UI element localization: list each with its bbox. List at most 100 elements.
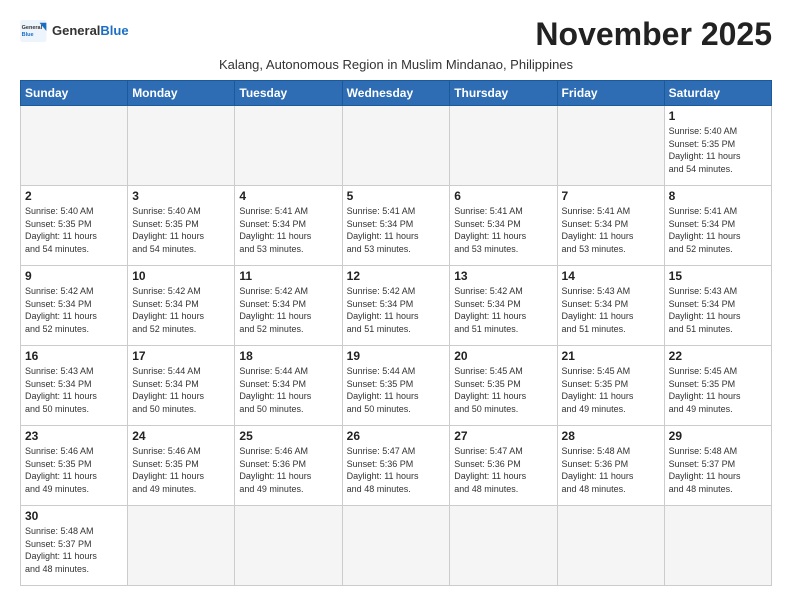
calendar-cell: 18 Sunrise: 5:44 AM Sunset: 5:34 PM Dayli… [235,346,342,426]
day-number: 19 [347,349,446,363]
calendar-cell: 9 Sunrise: 5:42 AM Sunset: 5:34 PM Daylig… [21,266,128,346]
day-number: 13 [454,269,552,283]
calendar-cell: 27 Sunrise: 5:47 AM Sunset: 5:36 PM Dayli… [450,426,557,506]
day-info: Sunrise: 5:42 AM Sunset: 5:34 PM Dayligh… [347,285,446,335]
day-info: Sunrise: 5:41 AM Sunset: 5:34 PM Dayligh… [239,205,337,255]
page-header: General Blue GeneralBlue November 2025 [20,16,772,53]
calendar-cell: 30 Sunrise: 5:48 AM Sunset: 5:37 PM Dayli… [21,506,128,586]
calendar-week-1: 2Sunrise: 5:40 AM Sunset: 5:35 PM Daylig… [21,186,772,266]
svg-text:Blue: Blue [22,32,34,38]
day-info: Sunrise: 5:45 AM Sunset: 5:35 PM Dayligh… [562,365,660,415]
day-info: Sunrise: 5:42 AM Sunset: 5:34 PM Dayligh… [25,285,123,335]
calendar-cell: 13 Sunrise: 5:42 AM Sunset: 5:34 PM Dayli… [450,266,557,346]
day-info: Sunrise: 5:40 AM Sunset: 5:35 PM Dayligh… [132,205,230,255]
calendar-cell: 24Sunrise: 5:46 AM Sunset: 5:35 PM Dayli… [128,426,235,506]
calendar-header-tuesday: Tuesday [235,81,342,106]
day-number: 1 [669,109,767,123]
calendar-cell: 10 Sunrise: 5:42 AM Sunset: 5:34 PM Dayli… [128,266,235,346]
calendar-cell: 6Sunrise: 5:41 AM Sunset: 5:34 PM Daylig… [450,186,557,266]
day-info: Sunrise: 5:44 AM Sunset: 5:35 PM Dayligh… [347,365,446,415]
day-info: Sunrise: 5:45 AM Sunset: 5:35 PM Dayligh… [454,365,552,415]
calendar-cell: 3Sunrise: 5:40 AM Sunset: 5:35 PM Daylig… [128,186,235,266]
calendar-cell: 4Sunrise: 5:41 AM Sunset: 5:34 PM Daylig… [235,186,342,266]
logo-text: GeneralBlue [52,23,129,39]
calendar-cell: 26Sunrise: 5:47 AM Sunset: 5:36 PM Dayli… [342,426,450,506]
day-number: 20 [454,349,552,363]
day-info: Sunrise: 5:47 AM Sunset: 5:36 PM Dayligh… [454,445,552,495]
day-info: Sunrise: 5:42 AM Sunset: 5:34 PM Dayligh… [132,285,230,335]
calendar-cell: 21 Sunrise: 5:45 AM Sunset: 5:35 PM Dayli… [557,346,664,426]
calendar-header-saturday: Saturday [664,81,771,106]
logo: General Blue GeneralBlue [20,16,129,42]
day-number: 24 [132,429,230,443]
day-number: 8 [669,189,767,203]
calendar-cell: 14Sunrise: 5:43 AM Sunset: 5:34 PM Dayli… [557,266,664,346]
day-info: Sunrise: 5:42 AM Sunset: 5:34 PM Dayligh… [239,285,337,335]
calendar-week-5: 30 Sunrise: 5:48 AM Sunset: 5:37 PM Dayli… [21,506,772,586]
calendar-cell: 29 Sunrise: 5:48 AM Sunset: 5:37 PM Dayli… [664,426,771,506]
day-number: 17 [132,349,230,363]
day-number: 28 [562,429,660,443]
day-number: 11 [239,269,337,283]
day-info: Sunrise: 5:48 AM Sunset: 5:36 PM Dayligh… [562,445,660,495]
day-number: 22 [669,349,767,363]
day-number: 25 [239,429,337,443]
day-number: 29 [669,429,767,443]
day-info: Sunrise: 5:46 AM Sunset: 5:36 PM Dayligh… [239,445,337,495]
calendar-cell: 20 Sunrise: 5:45 AM Sunset: 5:35 PM Dayli… [450,346,557,426]
day-info: Sunrise: 5:48 AM Sunset: 5:37 PM Dayligh… [669,445,767,495]
logo-wordmark: GeneralBlue [52,23,129,39]
calendar-subtitle: Kalang, Autonomous Region in Muslim Mind… [20,57,772,72]
day-info: Sunrise: 5:47 AM Sunset: 5:36 PM Dayligh… [347,445,446,495]
day-info: Sunrise: 5:45 AM Sunset: 5:35 PM Dayligh… [669,365,767,415]
calendar-header-wednesday: Wednesday [342,81,450,106]
calendar-header-friday: Friday [557,81,664,106]
calendar-week-2: 9 Sunrise: 5:42 AM Sunset: 5:34 PM Daylig… [21,266,772,346]
day-info: Sunrise: 5:44 AM Sunset: 5:34 PM Dayligh… [239,365,337,415]
day-info: Sunrise: 5:42 AM Sunset: 5:34 PM Dayligh… [454,285,552,335]
day-number: 5 [347,189,446,203]
day-number: 10 [132,269,230,283]
month-title: November 2025 [535,16,772,53]
calendar-cell: 12 Sunrise: 5:42 AM Sunset: 5:34 PM Dayli… [342,266,450,346]
calendar-cell [128,506,235,586]
calendar-cell: 19 Sunrise: 5:44 AM Sunset: 5:35 PM Dayli… [342,346,450,426]
calendar-cell: 23Sunrise: 5:46 AM Sunset: 5:35 PM Dayli… [21,426,128,506]
day-number: 14 [562,269,660,283]
calendar-cell [128,106,235,186]
day-number: 23 [25,429,123,443]
day-info: Sunrise: 5:43 AM Sunset: 5:34 PM Dayligh… [25,365,123,415]
calendar-cell: 22 Sunrise: 5:45 AM Sunset: 5:35 PM Dayli… [664,346,771,426]
calendar-cell: 25 Sunrise: 5:46 AM Sunset: 5:36 PM Dayli… [235,426,342,506]
day-info: Sunrise: 5:41 AM Sunset: 5:34 PM Dayligh… [454,205,552,255]
day-info: Sunrise: 5:41 AM Sunset: 5:34 PM Dayligh… [347,205,446,255]
calendar-cell [235,106,342,186]
day-info: Sunrise: 5:41 AM Sunset: 5:34 PM Dayligh… [562,205,660,255]
day-number: 18 [239,349,337,363]
calendar-cell: 8 Sunrise: 5:41 AM Sunset: 5:34 PM Daylig… [664,186,771,266]
calendar-cell: 11 Sunrise: 5:42 AM Sunset: 5:34 PM Dayli… [235,266,342,346]
calendar-cell [557,506,664,586]
calendar-header-thursday: Thursday [450,81,557,106]
calendar-header-sunday: Sunday [21,81,128,106]
day-info: Sunrise: 5:40 AM Sunset: 5:35 PM Dayligh… [669,125,767,175]
calendar-cell [450,506,557,586]
day-number: 27 [454,429,552,443]
calendar-cell [450,106,557,186]
calendar-cell [21,106,128,186]
calendar-cell [235,506,342,586]
day-info: Sunrise: 5:41 AM Sunset: 5:34 PM Dayligh… [669,205,767,255]
calendar-cell: 2Sunrise: 5:40 AM Sunset: 5:35 PM Daylig… [21,186,128,266]
calendar-cell [342,106,450,186]
day-info: Sunrise: 5:48 AM Sunset: 5:37 PM Dayligh… [25,525,123,575]
day-number: 30 [25,509,123,523]
day-number: 9 [25,269,123,283]
day-number: 7 [562,189,660,203]
calendar-header-monday: Monday [128,81,235,106]
calendar-cell: 17 Sunrise: 5:44 AM Sunset: 5:34 PM Dayli… [128,346,235,426]
day-info: Sunrise: 5:44 AM Sunset: 5:34 PM Dayligh… [132,365,230,415]
calendar-week-4: 23Sunrise: 5:46 AM Sunset: 5:35 PM Dayli… [21,426,772,506]
day-number: 21 [562,349,660,363]
calendar-cell [664,506,771,586]
day-number: 12 [347,269,446,283]
